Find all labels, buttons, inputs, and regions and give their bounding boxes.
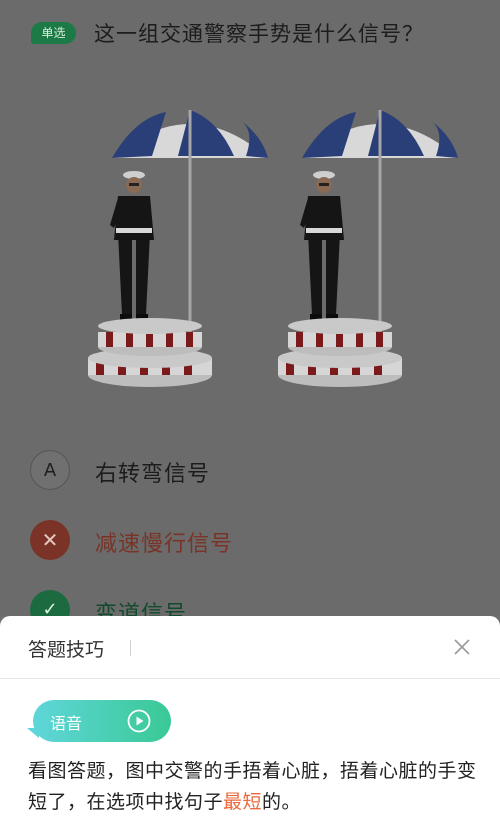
officer: [300, 171, 344, 320]
option-b-label: 减速慢行信号: [95, 532, 234, 557]
podium: [278, 318, 402, 387]
sheet-header: 答题技巧: [0, 616, 500, 679]
question-text: 这一组交通警察手势是什么信号？: [94, 22, 424, 46]
title-divider: [130, 640, 131, 656]
option-a-marker: A: [30, 450, 70, 490]
tip-highlight: 最短: [223, 791, 263, 813]
close-icon[interactable]: [448, 633, 476, 661]
podium: [88, 318, 212, 387]
officer-illustration-2: [278, 110, 458, 387]
option-a-label: 右转弯信号: [95, 462, 211, 487]
question-area: 单选 这一组交通警察手势是什么信号？ A 右转弯信号 ✕ 减速慢行信号 ✓ 变道…: [0, 0, 500, 630]
officer: [110, 171, 154, 320]
question-type-badge: 单选: [31, 22, 76, 44]
answer-tips-sheet: 答题技巧 语音 看图答题，图中交警的手捂着心脏，捂着心脏的手变短了，在选项中找句…: [0, 616, 500, 836]
tip-text: 看图答题，图中交警的手捂着心脏，捂着心脏的手变短了，在选项中找句子最短的。: [28, 756, 478, 818]
voice-play-button[interactable]: 语音: [33, 700, 171, 742]
cross-icon: ✕: [30, 520, 70, 560]
officer-illustration-1: [88, 110, 268, 387]
tip-text-end: 的。: [262, 791, 302, 813]
sheet-title: 答题技巧: [28, 639, 105, 661]
voice-label: 语音: [50, 714, 83, 733]
play-icon: [127, 709, 151, 733]
